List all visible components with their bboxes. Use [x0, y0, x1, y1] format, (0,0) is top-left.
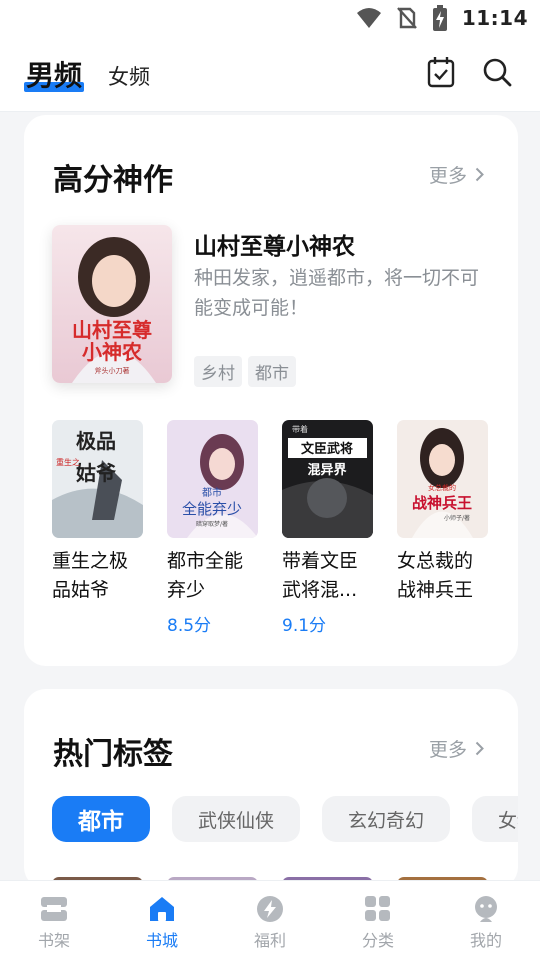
- hot-tags-section: 热门标签 更多 都市 武侠仙侠 玄幻奇幻 女频: [24, 689, 518, 889]
- cover-title: 战神兵王: [412, 494, 472, 512]
- profile-icon: [475, 896, 497, 922]
- book-cover-image: 都市 全能弃少 暗穿取梦/著: [167, 420, 258, 538]
- cover-title-line1: 极品: [76, 429, 116, 453]
- cover-subtitle: 女总裁的: [428, 483, 456, 492]
- book-cover: 都市 全能弃少 暗穿取梦/著: [167, 420, 258, 538]
- genre-tag[interactable]: 乡村: [194, 356, 242, 387]
- book-title: 女总裁的战神兵王: [397, 550, 474, 601]
- top-picks-header: 高分神作 更多: [53, 155, 490, 198]
- cover-title-line1: 都市: [202, 486, 222, 499]
- more-link[interactable]: 更多: [429, 161, 484, 188]
- hot-tags-header: 热门标签 更多: [53, 729, 490, 772]
- more-label: 更多: [428, 739, 467, 761]
- book-cover: 女总裁的 战神兵王 小师子/著: [397, 420, 488, 538]
- nav-label: 分类: [361, 931, 394, 950]
- app-header: 男频 女频: [0, 36, 540, 112]
- wifi-icon: [356, 8, 381, 28]
- cover-author: 暗穿取梦/著: [196, 520, 228, 528]
- tab-male[interactable]: 男频: [24, 54, 85, 94]
- nav-label: 书城: [145, 931, 178, 950]
- nav-profile[interactable]: 我的: [446, 895, 526, 951]
- genre-tag[interactable]: 都市: [248, 356, 296, 387]
- tab-female[interactable]: 女频: [108, 61, 150, 91]
- tag-pill[interactable]: 武侠仙侠: [172, 796, 301, 842]
- book-item[interactable]: 都市 全能弃少 暗穿取梦/著 都市全能弃少 8.5分: [167, 420, 258, 636]
- tag-pill[interactable]: 女频: [472, 796, 518, 842]
- search-button[interactable]: [482, 56, 512, 88]
- book-item[interactable]: 文臣武将 混异界 带着 带着文臣武将混... 9.1分: [282, 420, 373, 636]
- tab-male-label: 男频: [26, 58, 83, 92]
- book-cover-image: 女总裁的 战神兵王 小师子/著: [397, 420, 488, 538]
- book-score: 9.1分: [282, 616, 327, 636]
- chevron-right-icon: [475, 741, 484, 756]
- book-grid: 极品 姑爷 重生之 重生之极品姑爷 都市 全能弃少 暗穿取梦/著 都市全能弃少 …: [52, 420, 488, 636]
- featured-book-cover[interactable]: 山村至尊 小神农 斧头小刀著: [52, 225, 172, 383]
- bolt-icon: [257, 896, 283, 922]
- no-sim-icon: [396, 7, 417, 29]
- book-score: [397, 611, 488, 633]
- cover-title-line2: 小神农: [82, 340, 142, 364]
- nav-label: 书架: [37, 931, 70, 950]
- featured-book-tags: 乡村 都市: [194, 356, 296, 387]
- tag-pill-active[interactable]: 都市: [52, 796, 150, 842]
- tag-pill[interactable]: 玄幻奇幻: [322, 796, 451, 842]
- book-title: 带着文臣武将混...: [282, 550, 359, 601]
- nav-label: 我的: [469, 931, 502, 950]
- battery-charging-icon: [432, 5, 447, 31]
- featured-book-title[interactable]: 山村至尊小神农: [194, 227, 355, 261]
- book-cover-image: 文臣武将 混异界 带着: [282, 420, 373, 538]
- tag-pills: 都市 武侠仙侠 玄幻奇幻 女频: [52, 796, 518, 842]
- checkin-button[interactable]: [426, 56, 456, 88]
- cover-title-line2: 姑爷: [76, 461, 117, 485]
- more-link[interactable]: 更多: [429, 735, 484, 762]
- book-score: 8.5分: [167, 616, 212, 636]
- book-cover: 极品 姑爷 重生之: [52, 420, 143, 538]
- cover-title-line2: 混异界: [307, 462, 346, 478]
- cover-title-line1: 山村至尊: [72, 318, 152, 342]
- status-time: 11:14: [461, 6, 528, 30]
- book-title: 都市全能弃少: [167, 550, 244, 601]
- book-item[interactable]: 女总裁的 战神兵王 小师子/著 女总裁的战神兵王: [397, 420, 488, 633]
- status-bar: 11:14: [0, 0, 540, 36]
- book-cover-image: 山村至尊 小神农 斧头小刀著: [52, 225, 172, 383]
- bookshelf-icon: [41, 897, 67, 921]
- bottom-nav: 书架 书城 福利 分类 我的: [0, 880, 540, 960]
- more-label: 更多: [428, 165, 467, 187]
- header-actions: [426, 56, 512, 88]
- section-title: 高分神作: [53, 163, 173, 198]
- book-title: 重生之极品姑爷: [52, 550, 129, 601]
- top-picks-section: 高分神作 更多 山村至尊 小神农 斧头小刀著 山村至尊小神农 种田发家，逍遥都市…: [24, 115, 518, 666]
- home-icon: [150, 897, 174, 921]
- book-score: [52, 611, 143, 633]
- cover-author: 小师子/著: [444, 514, 470, 522]
- cover-subtitle: 重生之: [56, 457, 80, 467]
- calendar-check-icon: [427, 57, 455, 88]
- cover-author: 斧头小刀著: [95, 366, 130, 375]
- nav-label: 福利: [253, 931, 286, 950]
- cover-title-line1: 文臣武将: [301, 441, 353, 457]
- section-title: 热门标签: [53, 737, 173, 772]
- search-icon: [483, 58, 512, 87]
- featured-book-description: 种田发家，逍遥都市，将一切不可能变成可能！: [194, 267, 480, 319]
- grid-icon: [365, 896, 390, 921]
- cover-title-line2: 全能弃少: [182, 500, 242, 518]
- chevron-right-icon: [475, 167, 484, 182]
- nav-category[interactable]: 分类: [338, 895, 418, 951]
- nav-bookstore[interactable]: 书城: [122, 895, 202, 951]
- nav-bookshelf[interactable]: 书架: [14, 895, 94, 951]
- book-cover-image: 极品 姑爷 重生之: [52, 420, 143, 538]
- book-item[interactable]: 极品 姑爷 重生之 重生之极品姑爷: [52, 420, 143, 633]
- nav-rewards[interactable]: 福利: [230, 895, 310, 951]
- book-cover: 文臣武将 混异界 带着: [282, 420, 373, 538]
- cover-subtitle: 带着: [292, 424, 308, 434]
